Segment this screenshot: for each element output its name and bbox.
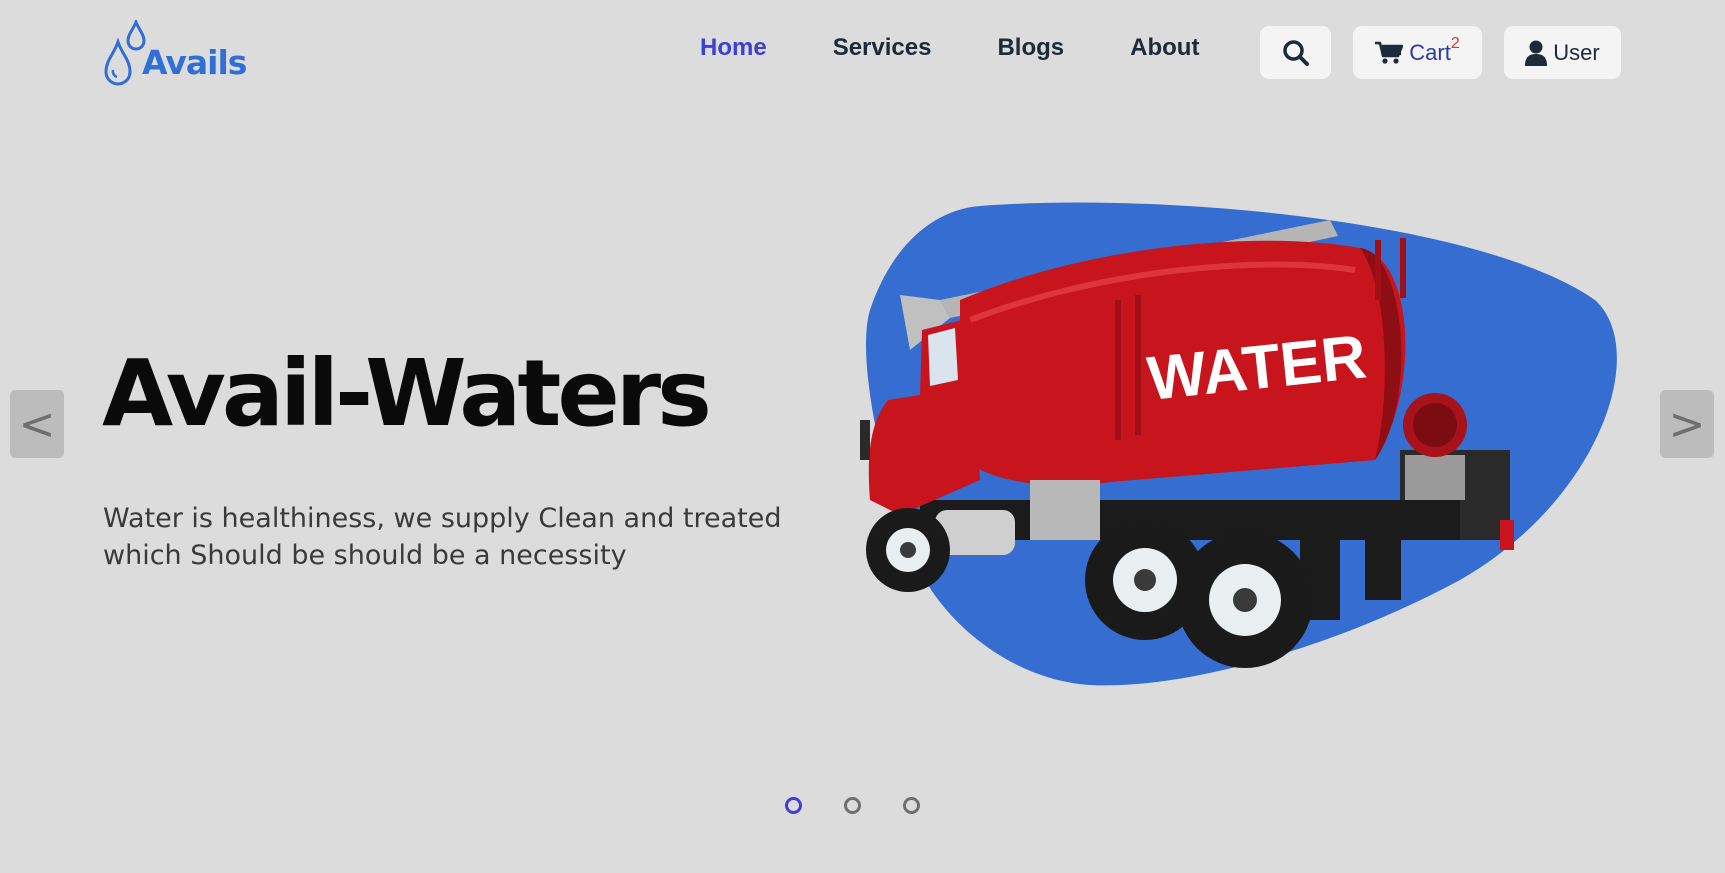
carousel-indicators [785,797,962,814]
user-button[interactable]: User [1504,26,1621,79]
brand-logo[interactable]: Avails [104,16,247,86]
nav-home[interactable]: Home [700,34,767,62]
cart-icon [1375,41,1404,64]
search-button[interactable] [1260,26,1331,79]
search-icon [1282,39,1309,66]
user-label: User [1553,39,1600,65]
carousel-prev-button[interactable]: < [10,390,64,458]
brand-name: Avails [142,43,247,82]
carousel-dot-3[interactable] [903,797,920,814]
cart-label: Cart [1409,39,1451,65]
nav-about[interactable]: About [1130,34,1199,62]
hero-image: WATER [860,200,1625,695]
hero-title: Avail-Waters [102,340,712,447]
main-nav: Home Services Blogs About [700,34,1265,62]
carousel-next-button[interactable]: > [1660,390,1714,458]
user-icon [1525,40,1548,66]
nav-services[interactable]: Services [833,34,932,62]
hero-subtitle: Water is healthiness, we supply Clean an… [103,503,782,571]
cart-count-badge: 2 [1450,34,1460,52]
carousel-dot-1[interactable] [785,797,802,814]
cart-button[interactable]: Cart 2 [1353,26,1482,79]
nav-blogs[interactable]: Blogs [997,34,1064,62]
carousel-dot-2[interactable] [844,797,861,814]
